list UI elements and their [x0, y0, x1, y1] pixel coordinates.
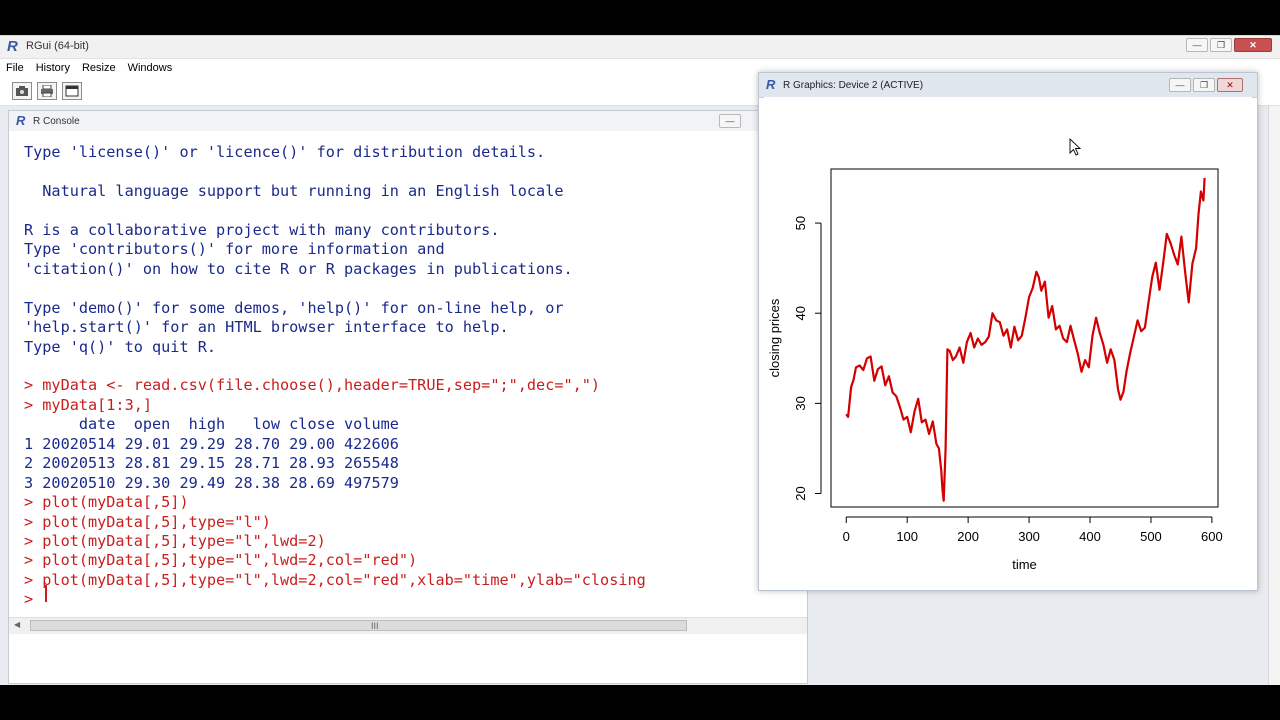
print-button[interactable]	[37, 82, 57, 100]
console-line: > plot(myData[,5],type="l",lwd=2,col="re…	[24, 551, 418, 570]
x-axis: 0 100 200 300 400 500 600	[843, 516, 1223, 544]
console-line: date open high low close volume	[24, 415, 399, 434]
console-line: > plot(myData[,5],type="l",lwd=2)	[24, 532, 326, 550]
y-tick-label: 50	[793, 216, 808, 230]
console-line: > plot(myData[,5],type="l",lwd=2,col="re…	[24, 570, 646, 589]
top-background	[0, 0, 1280, 35]
x-tick-label: 600	[1201, 529, 1223, 544]
console-window-controls: —	[719, 114, 741, 128]
scrollbar-thumb[interactable]: III	[30, 620, 687, 631]
app-title: RGui (64-bit)	[26, 40, 89, 52]
x-tick-label: 500	[1140, 529, 1162, 544]
scrollbar-grip: III	[371, 621, 379, 631]
app-titlebar[interactable]: R RGui (64-bit) — ❐ ✕	[0, 36, 1280, 59]
r-logo-icon: R	[766, 77, 776, 92]
x-tick-label: 100	[896, 529, 918, 544]
plot-area[interactable]: 0 100 200 300 400 500 600 20 30 40 50 time closin…	[764, 97, 1252, 587]
copy-icon	[16, 86, 28, 96]
menu-windows[interactable]: Windows	[122, 62, 179, 74]
console-title: R Console	[33, 116, 80, 127]
x-tick-label: 0	[843, 529, 850, 544]
menu-history[interactable]: History	[30, 62, 76, 74]
console-line: 1 20020514 29.01 29.29 28.70 29.00 42260…	[24, 434, 399, 453]
close-icon[interactable]: ✕	[1234, 38, 1272, 52]
y-tick-label: 20	[793, 486, 808, 500]
console-line: R is a collaborative project with many c…	[24, 220, 500, 239]
x-tick-label: 200	[957, 529, 979, 544]
restore-icon[interactable]: ❐	[1193, 78, 1215, 92]
window-icon	[65, 85, 79, 97]
y-tick-label: 30	[793, 396, 808, 410]
copy-button[interactable]	[12, 82, 32, 100]
x-tick-label: 300	[1018, 529, 1040, 544]
console-line: Type 'contributors()' for more informati…	[24, 240, 445, 259]
mdi-workspace: R R Console — Type 'license()' or 'licen…	[0, 72, 1280, 686]
console-line: > plot(myData[,5],type="l")	[24, 512, 271, 531]
graphics-window-controls: — ❐ ✕	[1169, 78, 1243, 92]
y-axis: 20 30 40 50	[793, 216, 822, 501]
bottom-background	[0, 685, 1280, 720]
console-window: R R Console — Type 'license()' or 'licen…	[8, 110, 808, 684]
y-axis-label: closing prices	[767, 298, 782, 377]
console-line: Type 'license()' or 'licence()' for dist…	[24, 143, 546, 161]
console-line: >	[24, 590, 43, 609]
console-output[interactable]: Type 'license()' or 'licence()' for dist…	[9, 131, 807, 617]
x-axis-label: time	[1012, 557, 1037, 572]
plot-frame	[830, 168, 1219, 508]
console-line: Natural language support but running in …	[24, 181, 564, 200]
menu-resize[interactable]: Resize	[76, 62, 122, 74]
console-line: > myData <- read.csv(file.choose(),heade…	[24, 376, 601, 395]
mouse-cursor-icon	[1069, 137, 1082, 156]
r-logo-icon: R	[7, 38, 18, 55]
console-line: > plot(myData[,5])	[24, 493, 189, 512]
graphics-window: R R Graphics: Device 2 (ACTIVE) — ❐ ✕ 0 1…	[758, 72, 1258, 591]
console-line: 3 20020510 29.30 29.49 28.38 28.69 49757…	[24, 473, 399, 492]
minimize-icon[interactable]: —	[1186, 38, 1208, 52]
scroll-left-icon[interactable]: ◀	[14, 620, 20, 629]
x-tick-label: 400	[1079, 529, 1101, 544]
close-icon[interactable]: ✕	[1217, 78, 1243, 92]
minimize-icon[interactable]: —	[719, 114, 741, 128]
print-icon	[41, 85, 53, 97]
console-line: > myData[1:3,]	[24, 395, 153, 414]
menu-file[interactable]: File	[0, 62, 30, 74]
series-line	[845, 177, 1206, 502]
horizontal-scrollbar[interactable]: ◀ III	[9, 617, 807, 634]
line-chart: 0 100 200 300 400 500 600 20 30 40 50 time closin…	[767, 137, 1223, 572]
console-titlebar[interactable]: R R Console —	[9, 111, 807, 132]
console-line: Type 'demo()' for some demos, 'help()' f…	[24, 298, 564, 317]
right-edge-strip	[1268, 106, 1280, 686]
restore-icon[interactable]: ❐	[1210, 38, 1232, 52]
console-line: 'help.start()' for an HTML browser inter…	[24, 318, 509, 337]
window-button[interactable]	[62, 82, 82, 100]
r-logo-icon: R	[16, 113, 26, 128]
console-line: Type 'q()' to quit R.	[24, 337, 217, 356]
console-line: 2 20020513 28.81 29.15 28.71 28.93 26554…	[24, 454, 399, 473]
app-window-controls: — ❐ ✕	[1186, 38, 1272, 52]
graphics-title: R Graphics: Device 2 (ACTIVE)	[783, 80, 924, 91]
console-line: 'citation()' on how to cite R or R packa…	[24, 259, 573, 278]
text-cursor	[45, 585, 47, 602]
minimize-icon[interactable]: —	[1169, 78, 1191, 92]
y-tick-label: 40	[793, 306, 808, 320]
rgui-main-window: R RGui (64-bit) — ❐ ✕ File History Resiz…	[0, 35, 1280, 686]
graphics-titlebar[interactable]: R R Graphics: Device 2 (ACTIVE) — ❐ ✕	[759, 73, 1257, 98]
